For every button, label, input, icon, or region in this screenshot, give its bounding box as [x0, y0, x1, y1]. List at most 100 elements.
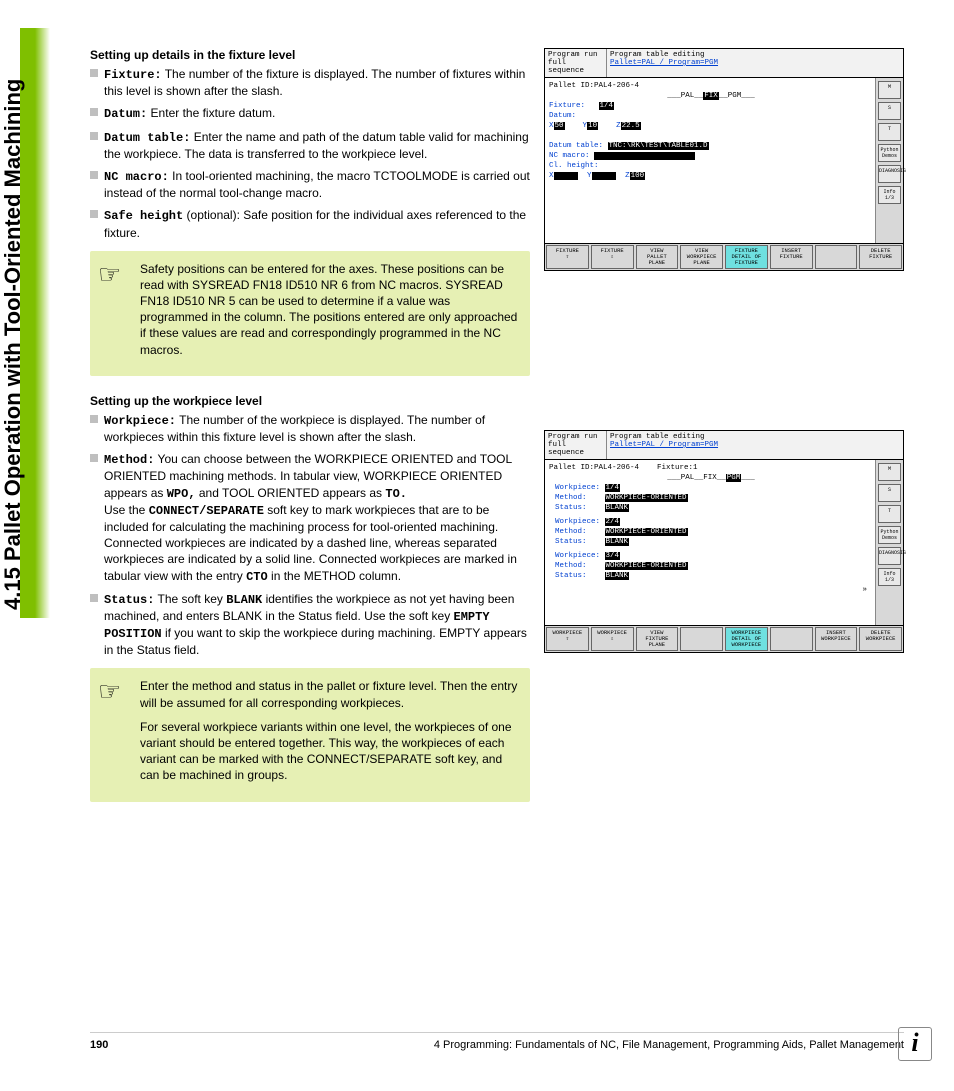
sc2-wp1-method: WORKPIECE-ORIENTED [605, 494, 688, 502]
mono-cto: CTO [246, 570, 268, 584]
bullet-icon [90, 171, 98, 179]
sc1-title: Program table editing [610, 51, 718, 59]
sc1-z-lbl: Z [616, 122, 621, 130]
sc2-sk-delete[interactable]: DELETE WORKPIECE [859, 627, 902, 651]
sc2-sk-blank1[interactable] [680, 627, 723, 651]
sc2-wp2-status: BLANK [605, 538, 630, 546]
sc2-wp-lbl: Workpiece: [555, 552, 600, 560]
sc1-side-t[interactable]: T [878, 123, 901, 141]
sc1-pallet-id: Pallet ID:PAL4-206-4 [549, 82, 639, 90]
mono-blank: BLANK [226, 593, 262, 607]
sc2-fixture: Fixture:1 [657, 464, 698, 472]
sc1-sk-view-pallet[interactable]: VIEW PALLET PLANE [636, 245, 679, 269]
text-nc-macro: In tool-oriented machining, the macro TC… [104, 169, 530, 200]
sc1-dt-val: TNC:\RK\TEST\TABLE01.D [608, 142, 709, 150]
text-status-pre: The soft key [154, 592, 226, 606]
screenshot-fixture-level: Program run full sequence Program table … [544, 48, 904, 271]
label-nc-macro: NC macro: [104, 170, 169, 184]
sc1-side-info[interactable]: Info 1/3 [878, 186, 901, 204]
sc2-wp2-method: WORKPIECE-ORIENTED [605, 528, 688, 536]
bullet-icon [90, 415, 98, 423]
sc2-side-diag[interactable]: DIAGNOSIS [878, 547, 901, 565]
sc2-wp3-method: WORKPIECE-ORIENTED [605, 562, 688, 570]
heading-workpiece-level: Setting up the workpiece level [90, 394, 530, 408]
sc2-mode: Program run full sequence [545, 431, 607, 459]
sc2-side-t[interactable]: T [878, 505, 901, 523]
info-icon: i [898, 1027, 932, 1061]
sc2-wp3-n: 3/4 [605, 552, 621, 560]
sc2-sub: Pallet=PAL / Program=PGM [610, 441, 718, 449]
sc1-z2-lbl: Z [625, 172, 630, 180]
sc1-x-val: 50 [554, 122, 565, 130]
sc1-side-s[interactable]: S [878, 102, 901, 120]
sc2-m-lbl: Method: [555, 494, 587, 502]
bullet-icon [90, 69, 98, 77]
sc2-wp-lbl: Workpiece: [555, 518, 600, 526]
sc1-dt-lbl: Datum table: [549, 142, 603, 150]
sc1-sk-blank[interactable] [815, 245, 858, 269]
sc1-side-python[interactable]: Python Demos [878, 144, 901, 162]
sc1-sk-view-workpiece[interactable]: VIEW WORKPIECE PLANE [680, 245, 723, 269]
label-safe-height: Safe height [104, 209, 183, 223]
label-datum: Datum: [104, 107, 147, 121]
chapter-title: 4 Programming: Fundamentals of NC, File … [434, 1039, 904, 1051]
bullet-icon [90, 594, 98, 602]
sc2-sk-blank2[interactable] [770, 627, 813, 651]
sc2-side-s[interactable]: S [878, 484, 901, 502]
main-text-column: Setting up details in the fixture level … [90, 48, 530, 802]
side-title: 4.15 Pallet Operation with Tool-Oriented… [0, 79, 26, 610]
text-method-end: in the METHOD column. [268, 569, 401, 583]
sc2-side-python[interactable]: Python Demos [878, 526, 901, 544]
sc1-sidebar: M S T Python Demos DIAGNOSIS Info 1/3 [875, 78, 903, 243]
sc1-sk-detail[interactable]: FIXTURE DETAIL OF FIXTURE [725, 245, 768, 269]
sc1-z-val: 22.5 [621, 122, 641, 130]
sc1-fixture-val: 1/4 [599, 102, 615, 110]
sc2-sk-insert[interactable]: INSERT WORKPIECE [815, 627, 858, 651]
sc2-s-lbl: Status: [555, 572, 587, 580]
text-fixture: The number of the fixture is displayed. … [104, 67, 525, 98]
text-status-end: if you want to skip the workpiece during… [104, 626, 527, 657]
hand-icon: ☞ [98, 676, 121, 707]
sc2-sk-view-fixture[interactable]: VIEW FIXTURE PLANE [636, 627, 679, 651]
sc1-sk-insert[interactable]: INSERT FIXTURE [770, 245, 813, 269]
sc2-side-m[interactable]: M [878, 463, 901, 481]
sc2-sidebar: M S T Python Demos DIAGNOSIS Info 1/3 [875, 460, 903, 625]
sc2-side-info[interactable]: Info 1/3 [878, 568, 901, 586]
heading-fixture-level: Setting up details in the fixture level [90, 48, 530, 62]
sc2-title: Program table editing [610, 433, 718, 441]
sc1-cl-lbl: Cl. height: [549, 162, 599, 170]
sc1-sk-fixture-down[interactable]: FIXTURE ⇩ [591, 245, 634, 269]
label-fixture: Fixture: [104, 68, 162, 82]
sc1-side-m[interactable]: M [878, 81, 901, 99]
sc1-y2-lbl: Y [587, 172, 592, 180]
sc2-sk-detail[interactable]: WORKPIECE DETAIL OF WORKPIECE [725, 627, 768, 651]
sc2-pallet-id: Pallet ID:PAL4-206-4 [549, 464, 639, 472]
sc1-sub: Pallet=PAL / Program=PGM [610, 59, 718, 67]
note-text-1: Safety positions can be entered for the … [140, 261, 518, 358]
bullet-icon [90, 210, 98, 218]
note-box-1: ☞ Safety positions can be entered for th… [90, 251, 530, 376]
sc1-datum-lbl: Datum: [549, 112, 576, 120]
sc1-x2-lbl: X [549, 172, 554, 180]
label-method: Method: [104, 453, 154, 467]
sc2-sk-wp-up[interactable]: WORKPIECE ⇧ [546, 627, 589, 651]
sc1-sk-fixture-up[interactable]: FIXTURE ⇧ [546, 245, 589, 269]
bullet-icon [90, 454, 98, 462]
sc2-wp1-n: 1/4 [605, 484, 621, 492]
text-datum: Enter the fixture datum. [147, 106, 275, 120]
sc2-wp1-status: BLANK [605, 504, 630, 512]
sc2-softkeys: WORKPIECE ⇧ WORKPIECE ⇩ VIEW FIXTURE PLA… [545, 625, 903, 652]
screenshot-workpiece-level: Program run full sequence Program table … [544, 430, 904, 653]
sc1-z2-val: 100 [630, 172, 646, 180]
sc1-side-diag[interactable]: DIAGNOSIS [878, 165, 901, 183]
text-method-break: Use the [104, 503, 149, 517]
sc1-sk-delete[interactable]: DELETE FIXTURE [859, 245, 902, 269]
mono-to: TO. [385, 487, 407, 501]
footer: 190 4 Programming: Fundamentals of NC, F… [90, 1032, 904, 1051]
hand-icon: ☞ [98, 259, 121, 290]
bullet-icon [90, 108, 98, 116]
sc2-s-lbl: Status: [555, 504, 587, 512]
sc2-sk-wp-down[interactable]: WORKPIECE ⇩ [591, 627, 634, 651]
sc1-fixture-lbl: Fixture: [549, 102, 585, 110]
sc2-m-lbl: Method: [555, 562, 587, 570]
